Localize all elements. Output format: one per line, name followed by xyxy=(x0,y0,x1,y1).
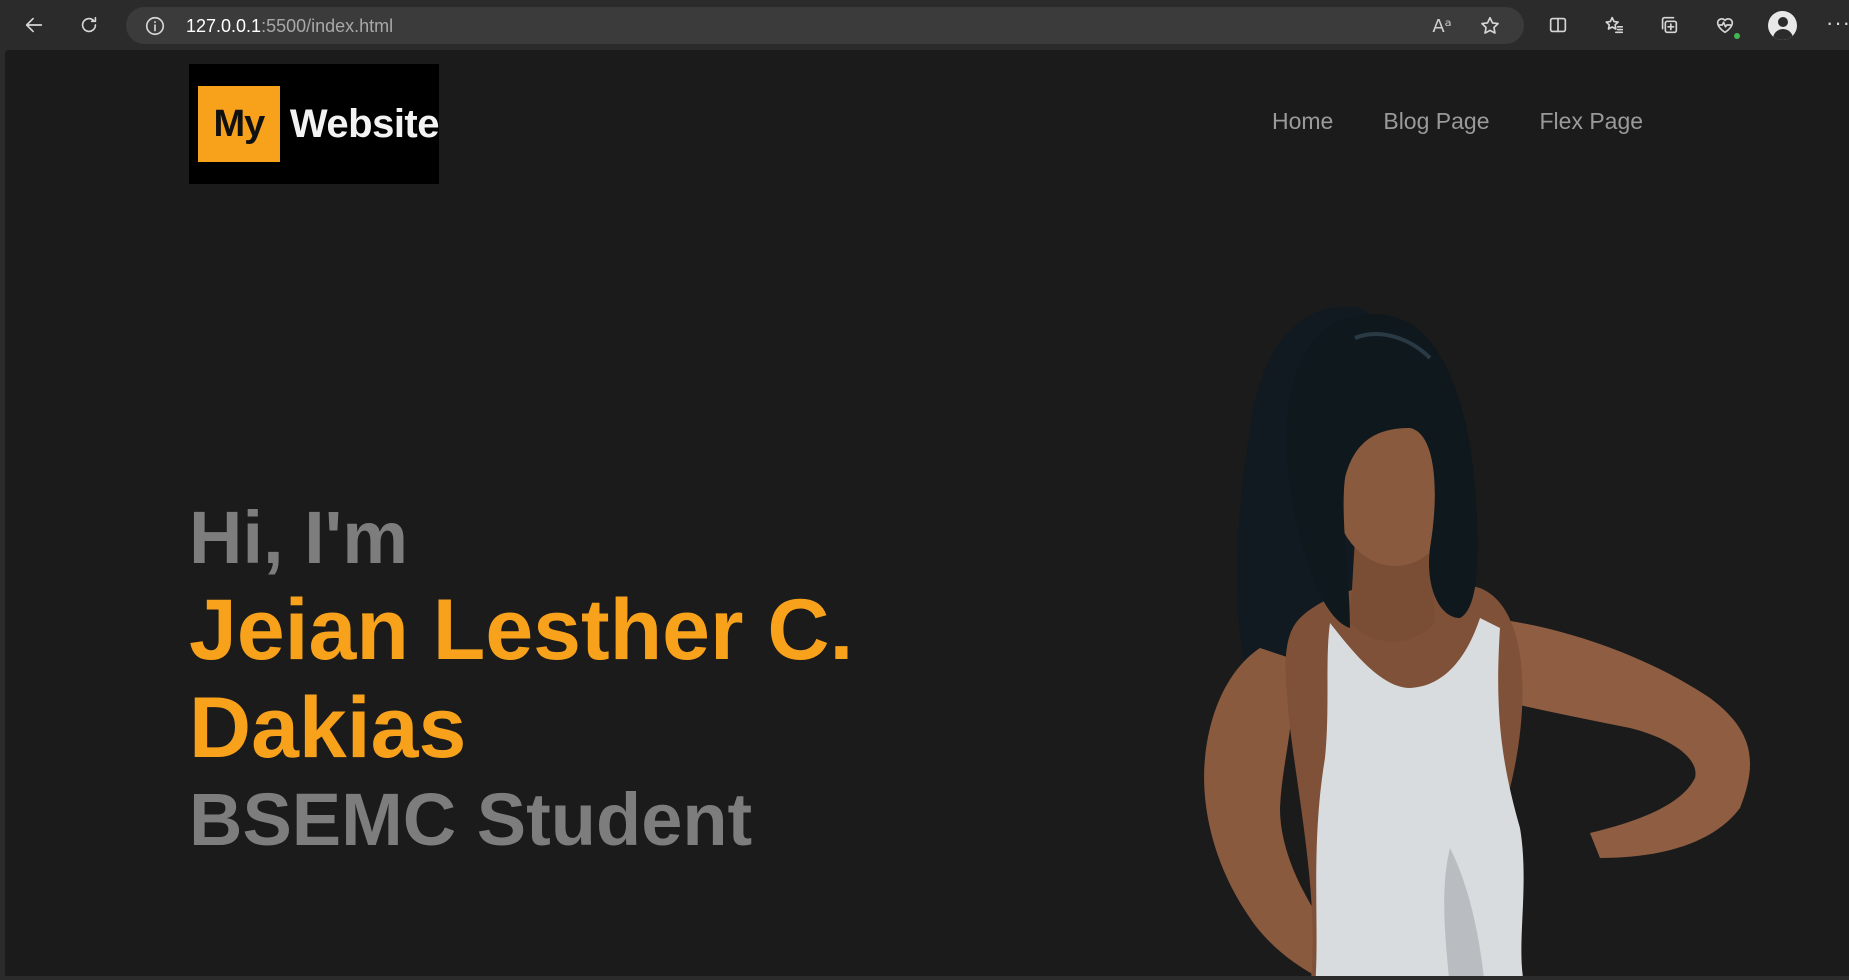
url-host: 127.0.0.1 xyxy=(186,16,262,36)
site-info-icon[interactable] xyxy=(144,15,166,37)
browser-essentials-button[interactable] xyxy=(1706,6,1744,44)
refresh-icon xyxy=(81,16,97,33)
hero-name: Jeian Lesther C. Dakias xyxy=(189,582,854,776)
back-button[interactable] xyxy=(15,6,53,44)
logo-my-box: My xyxy=(198,86,280,162)
main-nav: Home Blog Page Flex Page xyxy=(1272,108,1643,135)
profile-shoulders xyxy=(1773,29,1793,40)
url-path: :5500/index.html xyxy=(261,16,394,36)
browser-toolbar: 127.0.0.1:5500/index.html Aᵃ ··· xyxy=(0,0,1849,50)
nav-flex-link[interactable]: Flex Page xyxy=(1540,108,1644,135)
favorites-icon xyxy=(1605,16,1624,34)
collections-button[interactable] xyxy=(1650,6,1688,44)
read-aloud-icon: Aᵃ xyxy=(1432,15,1452,37)
collections-icon xyxy=(1661,16,1678,34)
browser-essentials-icon xyxy=(1716,18,1734,34)
photo-arm-right xyxy=(1490,618,1750,858)
logo-website-text: Website xyxy=(289,101,440,146)
favorites-button[interactable] xyxy=(1595,6,1633,44)
split-screen-button[interactable] xyxy=(1539,6,1577,44)
profile-icon[interactable] xyxy=(1768,11,1797,40)
profile-head xyxy=(1778,17,1788,27)
address-bar[interactable]: 127.0.0.1:5500/index.html Aᵃ xyxy=(126,7,1524,44)
refresh-button[interactable] xyxy=(70,6,108,44)
hero-greeting: Hi, I'm xyxy=(189,496,409,579)
url-text[interactable]: 127.0.0.1:5500/index.html xyxy=(186,16,393,37)
status-dot xyxy=(1734,33,1740,39)
hero-intro: Hi, I'm Jeian Lesther C. Dakias BSEMC St… xyxy=(189,495,949,863)
favorite-star-icon xyxy=(1481,16,1499,34)
nav-blog-link[interactable]: Blog Page xyxy=(1383,108,1489,135)
site-logo[interactable]: My Website xyxy=(189,64,440,184)
hero-role: BSEMC Student xyxy=(189,778,753,861)
nav-home-link[interactable]: Home xyxy=(1272,108,1333,135)
read-aloud-button[interactable]: Aᵃ xyxy=(1428,12,1456,40)
more-options-icon[interactable]: ··· xyxy=(1826,10,1849,36)
split-screen-icon xyxy=(1549,17,1567,33)
add-favorite-button[interactable] xyxy=(1476,12,1504,40)
back-icon xyxy=(25,17,43,33)
profile-photo xyxy=(1204,306,1750,976)
page-viewport: My Website Home Blog Page Flex Page Hi, … xyxy=(5,50,1849,976)
